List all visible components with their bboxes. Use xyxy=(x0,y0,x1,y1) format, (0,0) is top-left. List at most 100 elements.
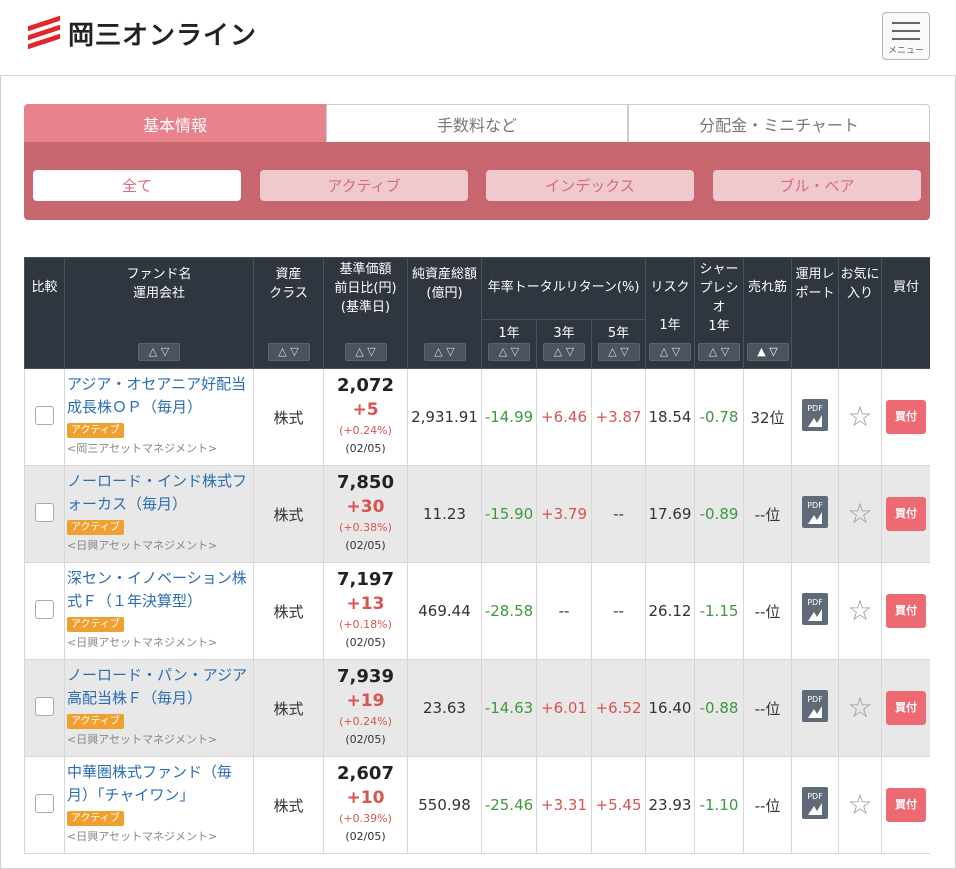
table-row: ノーロード・パン・アジア 高配当株Ｆ（毎月） アクティブ <日興アセットマネジメン… xyxy=(24,659,930,757)
compare-cell xyxy=(24,756,65,854)
svg-text:PDF: PDF xyxy=(807,501,823,510)
fund-name-link[interactable]: ノーロード・インド株式フ ォーカス（毎月） xyxy=(67,470,249,516)
net-assets: 2,931.91 xyxy=(407,368,482,466)
buy-button[interactable]: 買付 xyxy=(886,497,926,531)
buy-cell: 買付 xyxy=(881,756,930,854)
table-row: 中華圏株式ファンド（毎 月）「チャイワン」 アクティブ <日興アセットマネジメント… xyxy=(24,756,930,854)
table-row: 深セン・イノベーション株 式Ｆ（１年決算型） アクティブ <日興アセットマネジメン… xyxy=(24,562,930,660)
star-icon[interactable]: ☆ xyxy=(847,400,872,433)
active-badge: アクティブ xyxy=(67,714,124,729)
menu-label: メニュー xyxy=(887,46,924,56)
compare-checkbox[interactable] xyxy=(35,599,54,619)
buy-button[interactable]: 買付 xyxy=(886,691,926,725)
sort-return-3y[interactable]: △ ▽ xyxy=(543,343,585,361)
asset-class: 株式 xyxy=(253,465,324,563)
sort-return-5y[interactable]: △ ▽ xyxy=(597,343,640,361)
nav-value: 7,850 xyxy=(337,472,394,493)
active-badge: アクティブ xyxy=(67,617,124,632)
buy-button[interactable]: 買付 xyxy=(886,788,926,822)
col-risk: リスク 1年 △ ▽ xyxy=(645,257,695,369)
filter-index[interactable]: インデックス xyxy=(486,170,694,201)
fund-company: <日興アセットマネジメント> xyxy=(67,539,218,552)
logo[interactable]: 岡三オンライン xyxy=(28,15,257,52)
star-icon[interactable]: ☆ xyxy=(847,691,872,724)
buy-cell: 買付 xyxy=(881,562,930,660)
nav-change: +5 xyxy=(352,400,379,420)
nav-cell: 7,939 +19 (+0.24%) (02/05) xyxy=(323,659,408,757)
star-icon[interactable]: ☆ xyxy=(847,594,872,627)
active-badge: アクティブ xyxy=(67,520,124,535)
filter-active[interactable]: アクティブ xyxy=(260,170,468,201)
sort-return-1y[interactable]: △ ▽ xyxy=(488,343,530,361)
pdf-icon[interactable]: PDF xyxy=(801,689,829,723)
filter-bull-bear[interactable]: ブル・ベア xyxy=(713,170,921,201)
compare-checkbox[interactable] xyxy=(35,793,54,813)
fund-name-cell: 深セン・イノベーション株 式Ｆ（１年決算型） アクティブ <日興アセットマネジメン… xyxy=(64,562,254,660)
nav-value: 7,939 xyxy=(337,666,394,687)
nav-value: 7,197 xyxy=(337,569,394,590)
menu-button[interactable]: メニュー xyxy=(882,12,930,60)
fund-name-link[interactable]: アジア・オセアニア好配当 成長株ＯＰ（毎月） xyxy=(67,373,249,419)
fund-company: <日興アセットマネジメント> xyxy=(67,830,218,843)
sort-risk[interactable]: △ ▽ xyxy=(649,343,691,361)
tab-distribution-chart[interactable]: 分配金・ミニチャート xyxy=(628,104,930,142)
compare-cell xyxy=(24,659,65,757)
pdf-icon[interactable]: PDF xyxy=(801,786,829,820)
return-1y: -25.46 xyxy=(481,756,537,854)
report-cell: PDF xyxy=(791,562,839,660)
col-report: 運用レ ポート xyxy=(791,257,839,369)
risk-1y: 17.69 xyxy=(645,465,695,563)
logo-mark-icon xyxy=(28,15,60,51)
col-sharpe: シャー プレシオ 1年 △ ▽ xyxy=(694,257,744,369)
sort-net-assets[interactable]: △ ▽ xyxy=(423,343,466,361)
sort-ranking[interactable]: ▲ ▽ xyxy=(746,343,789,361)
risk-1y: 26.12 xyxy=(645,562,695,660)
fund-name-link[interactable]: ノーロード・パン・アジア 高配当株Ｆ（毎月） xyxy=(67,664,249,710)
nav-change: +19 xyxy=(346,691,385,711)
star-icon[interactable]: ☆ xyxy=(847,788,872,821)
net-assets: 11.23 xyxy=(407,465,482,563)
nav-change: +10 xyxy=(346,788,385,808)
ranking: --位 xyxy=(743,756,792,854)
col-buy: 買付 xyxy=(881,257,930,369)
asset-class: 株式 xyxy=(253,368,324,466)
fund-name-link[interactable]: 深セン・イノベーション株 式Ｆ（１年決算型） xyxy=(67,567,249,613)
fund-name-link[interactable]: 中華圏株式ファンド（毎 月）「チャイワン」 xyxy=(67,761,249,807)
fund-company: <岡三アセットマネジメント> xyxy=(67,442,218,455)
ranking: --位 xyxy=(743,465,792,563)
sort-fund-name[interactable]: △ ▽ xyxy=(138,343,180,361)
compare-cell xyxy=(24,465,65,563)
nav-date: (02/05) xyxy=(345,539,386,552)
star-icon[interactable]: ☆ xyxy=(847,497,872,530)
sort-nav[interactable]: △ ▽ xyxy=(344,343,387,361)
col-return-3y: 3年 △ ▽ xyxy=(536,319,592,369)
buy-button[interactable]: 買付 xyxy=(886,594,926,628)
report-cell: PDF xyxy=(791,659,839,757)
compare-checkbox[interactable] xyxy=(35,696,54,716)
pdf-icon[interactable]: PDF xyxy=(801,495,829,529)
buy-button[interactable]: 買付 xyxy=(886,400,926,434)
compare-checkbox[interactable] xyxy=(35,502,54,522)
pdf-icon[interactable]: PDF xyxy=(801,592,829,626)
tab-fees[interactable]: 手数料など xyxy=(326,104,628,142)
sharpe-1y: -0.78 xyxy=(694,368,744,466)
filter-all[interactable]: 全て xyxy=(33,170,241,201)
tab-basic-info[interactable]: 基本情報 xyxy=(24,104,326,142)
favorite-cell: ☆ xyxy=(838,465,882,563)
sort-sharpe[interactable]: △ ▽ xyxy=(698,343,740,361)
report-cell: PDF xyxy=(791,368,839,466)
svg-text:PDF: PDF xyxy=(807,695,823,704)
ranking: --位 xyxy=(743,659,792,757)
risk-1y: 18.54 xyxy=(645,368,695,466)
risk-1y: 16.40 xyxy=(645,659,695,757)
sort-asset-class[interactable]: △ ▽ xyxy=(267,343,310,361)
report-cell: PDF xyxy=(791,756,839,854)
pdf-icon[interactable]: PDF xyxy=(801,398,829,432)
col-return-1y: 1年 △ ▽ xyxy=(481,319,537,369)
asset-class: 株式 xyxy=(253,659,324,757)
return-5y: +6.52 xyxy=(591,659,646,757)
nav-change-pct: (+0.24%) xyxy=(339,715,392,728)
asset-class: 株式 xyxy=(253,756,324,854)
favorite-cell: ☆ xyxy=(838,659,882,757)
compare-checkbox[interactable] xyxy=(35,405,54,425)
